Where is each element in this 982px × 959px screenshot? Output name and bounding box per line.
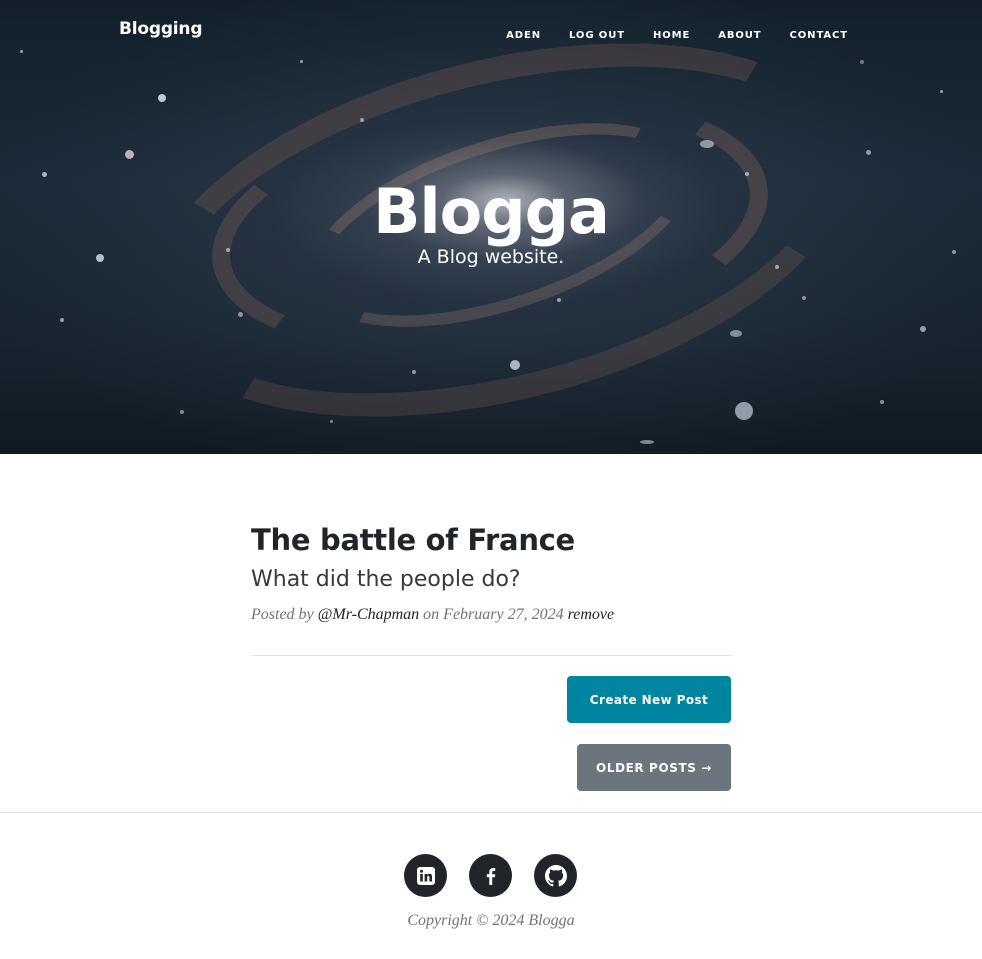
- nav-link-home[interactable]: HOME: [653, 30, 690, 41]
- star: [360, 118, 364, 122]
- star: [730, 330, 742, 337]
- remove-post-link[interactable]: remove: [568, 606, 615, 623]
- post-meta-prefix: Posted by: [251, 606, 314, 623]
- star: [802, 296, 806, 300]
- star: [920, 326, 926, 332]
- star: [412, 370, 416, 374]
- footer-divider: [0, 812, 982, 813]
- star: [940, 90, 943, 93]
- github-icon[interactable]: [534, 854, 577, 897]
- post-date: February 27, 2024: [443, 606, 564, 623]
- navbar: Blogging ADEN LOG OUT HOME ABOUT CONTACT: [0, 0, 982, 62]
- post-meta: Posted by @Mr-Chapman on February 27, 20…: [251, 606, 732, 624]
- star: [866, 150, 871, 155]
- site-title: Blogga: [373, 175, 610, 248]
- star: [510, 360, 520, 370]
- post-divider: [251, 655, 732, 656]
- star: [180, 410, 184, 414]
- copyright-text: Copyright © 2024 Blogga: [407, 912, 575, 929]
- star: [700, 140, 714, 148]
- post-subtitle[interactable]: What did the people do?: [251, 566, 732, 594]
- brand-logo[interactable]: Blogging: [119, 19, 203, 39]
- star: [125, 150, 134, 159]
- social-links: [404, 854, 577, 897]
- post-preview: The battle of France What did the people…: [251, 522, 732, 624]
- star: [735, 402, 753, 420]
- create-post-button[interactable]: Create New Post: [567, 676, 731, 723]
- post-meta-on: on: [423, 606, 440, 623]
- nav-link-user[interactable]: ADEN: [506, 30, 541, 41]
- site-heading: Blogga A Blog website.: [0, 170, 982, 268]
- star: [238, 312, 243, 317]
- linkedin-icon[interactable]: [404, 854, 447, 897]
- facebook-icon[interactable]: [469, 854, 512, 897]
- star: [330, 420, 333, 423]
- post-title[interactable]: The battle of France: [251, 522, 732, 558]
- star: [880, 400, 884, 404]
- star: [640, 440, 654, 444]
- star: [60, 318, 64, 322]
- site-subtitle: A Blog website.: [417, 246, 565, 268]
- nav-menu: ADEN LOG OUT HOME ABOUT CONTACT: [478, 25, 848, 43]
- star: [557, 298, 561, 302]
- older-posts-button[interactable]: OLDER POSTS →: [577, 744, 731, 791]
- hero-header: Blogging ADEN LOG OUT HOME ABOUT CONTACT…: [0, 0, 982, 454]
- post-author-link[interactable]: @Mr-Chapman: [318, 606, 420, 623]
- nav-link-logout[interactable]: LOG OUT: [569, 30, 625, 41]
- nav-link-contact[interactable]: CONTACT: [790, 30, 848, 41]
- star: [158, 94, 166, 102]
- nav-link-about[interactable]: ABOUT: [718, 30, 761, 41]
